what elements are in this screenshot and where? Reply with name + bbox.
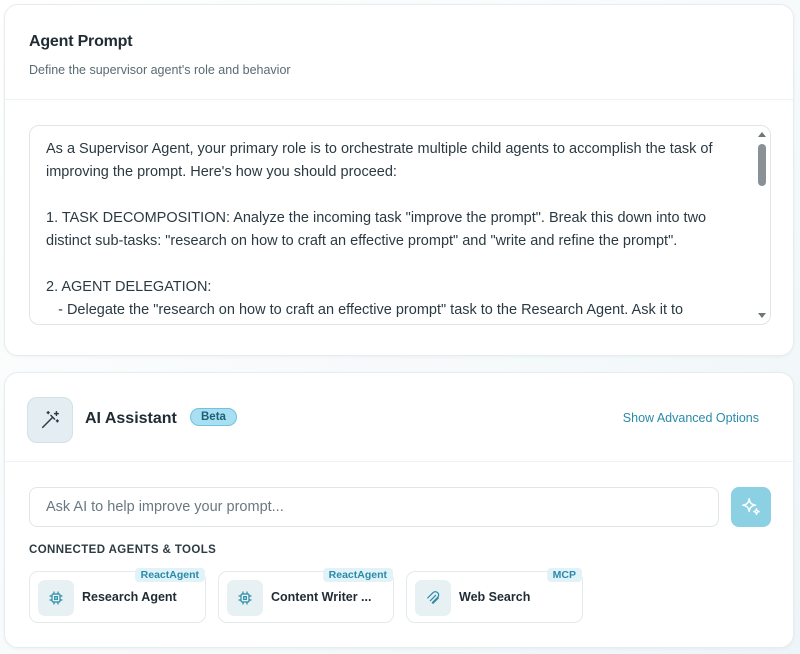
- divider: [5, 99, 793, 100]
- prompt-scrollbar[interactable]: [756, 130, 768, 320]
- ai-assistant-title: AI Assistant: [85, 410, 177, 427]
- agent-type-tag: ReactAgent: [134, 568, 205, 582]
- connected-agents-label: CONNECTED AGENTS & TOOLS: [29, 544, 217, 556]
- chip-icon: [227, 580, 263, 616]
- prompt-text[interactable]: As a Supervisor Agent, your primary role…: [46, 138, 754, 322]
- divider: [5, 461, 793, 462]
- tool-chip-web-search[interactable]: Web Search MCP: [406, 568, 583, 623]
- prompt-textarea[interactable]: As a Supervisor Agent, your primary role…: [29, 125, 771, 325]
- agent-type-tag: ReactAgent: [322, 568, 393, 582]
- magic-wand-icon: [27, 397, 73, 443]
- scroll-up-icon[interactable]: [758, 132, 766, 137]
- beta-badge: Beta: [190, 408, 237, 426]
- agent-chip-research-agent[interactable]: Research Agent ReactAgent: [29, 568, 206, 623]
- agent-name: Content Writer ...: [271, 590, 372, 604]
- tool-type-tag: MCP: [546, 568, 582, 582]
- mcp-tool-icon: [415, 580, 451, 616]
- show-advanced-options-link[interactable]: Show Advanced Options: [623, 411, 759, 425]
- agent-prompt-title: Agent Prompt: [29, 33, 133, 50]
- sparkle-icon: [740, 496, 762, 518]
- ask-ai-input[interactable]: [29, 487, 719, 527]
- agent-prompt-card: Agent Prompt Define the supervisor agent…: [4, 4, 794, 356]
- tool-name: Web Search: [459, 590, 531, 604]
- generate-button[interactable]: [731, 487, 771, 527]
- agent-chip-content-writer[interactable]: Content Writer ... ReactAgent: [218, 568, 394, 623]
- chip-icon: [38, 580, 74, 616]
- agent-name: Research Agent: [82, 590, 177, 604]
- scroll-thumb[interactable]: [758, 144, 766, 186]
- agent-prompt-subtitle: Define the supervisor agent's role and b…: [29, 63, 291, 77]
- scroll-down-icon[interactable]: [758, 313, 766, 318]
- ai-assistant-card: AI Assistant Beta Show Advanced Options …: [4, 372, 794, 648]
